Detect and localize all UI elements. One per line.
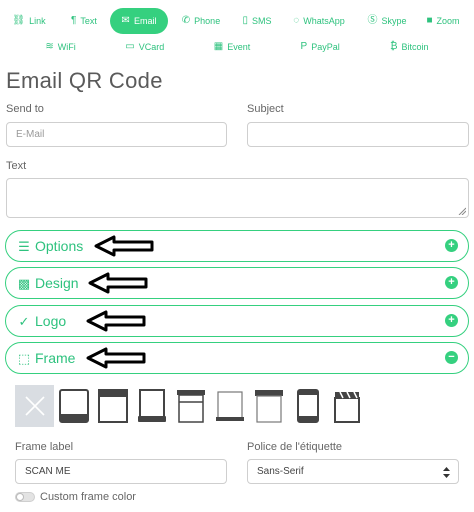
frame-label-label: Frame label <box>15 441 74 453</box>
tab-whatsapp[interactable]: ◌ WhatsApp <box>280 8 358 34</box>
sms-icon: ▯ <box>242 15 248 26</box>
frame-option-4[interactable] <box>171 385 210 427</box>
page-title: Email QR Code <box>6 68 163 93</box>
custom-frame-color-toggle[interactable] <box>15 492 35 502</box>
frame-option-3[interactable] <box>132 385 171 427</box>
tab-vcard[interactable]: ▭ VCard <box>117 34 173 60</box>
tab-label: SMS <box>252 16 272 26</box>
text-textarea[interactable] <box>6 178 469 218</box>
frame-option-7[interactable] <box>288 385 327 427</box>
skype-icon: Ⓢ <box>367 15 378 26</box>
expand-plus-icon[interactable]: + <box>445 314 458 327</box>
tab-label: Skype <box>381 16 407 26</box>
logo-icon: ✓ <box>18 313 30 329</box>
left-arrow-annotation-icon <box>94 235 154 257</box>
tab-label: WiFi <box>57 42 76 52</box>
no-frame-x-icon <box>24 396 45 416</box>
send-to-placeholder: E-Mail <box>16 129 45 140</box>
section-options-label: Options <box>35 238 84 254</box>
tab-label: Link <box>29 16 46 26</box>
tab-label: Email <box>133 16 157 26</box>
section-frame[interactable]: ⬚ Frame − <box>5 342 469 374</box>
tab-label: Bitcoin <box>401 42 429 52</box>
options-icon: ☰ <box>18 238 30 254</box>
tab-skype[interactable]: Ⓢ Skype <box>358 8 416 34</box>
calendar-icon: ▦ <box>213 41 224 52</box>
left-arrow-annotation-icon <box>86 347 146 369</box>
tab-link[interactable]: ⛓ Link <box>0 8 58 34</box>
font-select-label: Police de l'étiquette <box>247 441 343 453</box>
resize-grip-icon[interactable] <box>458 207 466 215</box>
tab-text[interactable]: ¶ Text <box>58 8 110 34</box>
frame-option-5[interactable] <box>210 385 249 427</box>
qr-type-tabs-row-1: ⛓ Link ¶ Text ✉ Email ✆ Phone ▯ SMS ◌ WhatsApp… <box>0 8 474 34</box>
zoom-icon: ■ <box>426 15 433 26</box>
font-select[interactable]: Sans-Serif <box>247 459 459 484</box>
frame-options <box>15 385 366 427</box>
tab-paypal[interactable]: P PayPal <box>291 34 349 60</box>
frame-style-icon <box>137 389 166 422</box>
phone-frame-icon <box>296 389 319 423</box>
frame-option-8[interactable] <box>327 385 366 427</box>
link-icon: ⛓ <box>12 15 26 26</box>
section-logo-label: Logo <box>35 313 67 329</box>
qr-type-tabs-row-2: ≋ WiFi ▭ VCard ▦ Event P PayPal ₿ Bitcoin <box>0 34 474 60</box>
select-arrows-icon <box>443 467 450 478</box>
custom-frame-color-label: Custom frame color <box>40 491 136 503</box>
frame-option-2[interactable] <box>93 385 132 427</box>
left-arrow-annotation-icon <box>86 310 146 332</box>
collapse-minus-icon[interactable]: − <box>445 351 458 364</box>
envelope-icon: ✉ <box>121 15 130 26</box>
tab-email[interactable]: ✉ Email <box>110 8 168 34</box>
tab-label: Zoom <box>436 16 460 26</box>
section-design-label: Design <box>35 275 79 291</box>
frame-option-1[interactable] <box>54 385 93 427</box>
subject-label: Subject <box>247 103 284 115</box>
tab-zoom[interactable]: ■ Zoom <box>416 8 470 34</box>
tab-label: PayPal <box>311 42 340 52</box>
wifi-icon: ≋ <box>45 41 54 52</box>
paypal-icon: P <box>300 41 308 52</box>
section-options[interactable]: ☰ Options + <box>5 230 469 262</box>
section-frame-label: Frame <box>35 350 76 366</box>
frame-option-none[interactable] <box>15 385 54 427</box>
frame-style-icon <box>215 391 244 421</box>
send-to-input[interactable]: E-Mail <box>6 122 227 147</box>
toggle-knob <box>16 493 24 501</box>
frame-style-icon <box>97 389 128 423</box>
tab-bitcoin[interactable]: ₿ Bitcoin <box>380 34 438 60</box>
frame-label-value: SCAN ME <box>25 466 71 477</box>
text-label: Text <box>6 160 27 172</box>
subject-input[interactable] <box>247 122 469 147</box>
frame-style-icon <box>58 389 89 423</box>
tab-label: Phone <box>194 16 221 26</box>
text-icon: ¶ <box>71 15 77 26</box>
tab-label: WhatsApp <box>303 16 345 26</box>
tab-phone[interactable]: ✆ Phone <box>168 8 234 34</box>
tab-label: Event <box>227 42 251 52</box>
frame-option-6[interactable] <box>249 385 288 427</box>
expand-plus-icon[interactable]: + <box>445 239 458 252</box>
left-arrow-annotation-icon <box>88 272 148 294</box>
frame-style-icon <box>254 390 283 423</box>
phone-icon: ✆ <box>181 15 191 26</box>
clapperboard-frame-icon <box>333 391 360 423</box>
design-icon: ▩ <box>17 275 31 291</box>
vcard-icon: ▭ <box>125 41 135 52</box>
frame-style-icon <box>176 390 205 423</box>
section-design[interactable]: ▩ Design + <box>5 267 469 299</box>
font-select-value: Sans-Serif <box>257 466 304 477</box>
frame-label-input[interactable]: SCAN ME <box>15 459 227 484</box>
tab-label: Text <box>80 16 97 26</box>
tab-event[interactable]: ▦ Event <box>204 34 260 60</box>
section-logo[interactable]: ✓ Logo + <box>5 305 469 337</box>
tab-wifi[interactable]: ≋ WiFi <box>36 34 86 60</box>
bitcoin-icon: ₿ <box>390 41 398 52</box>
whatsapp-icon: ◌ <box>293 15 300 26</box>
tab-label: VCard <box>138 42 165 52</box>
tab-sms[interactable]: ▯ SMS <box>234 8 280 34</box>
frame-icon: ⬚ <box>17 350 31 366</box>
send-to-label: Send to <box>6 103 44 115</box>
expand-plus-icon[interactable]: + <box>445 276 458 289</box>
